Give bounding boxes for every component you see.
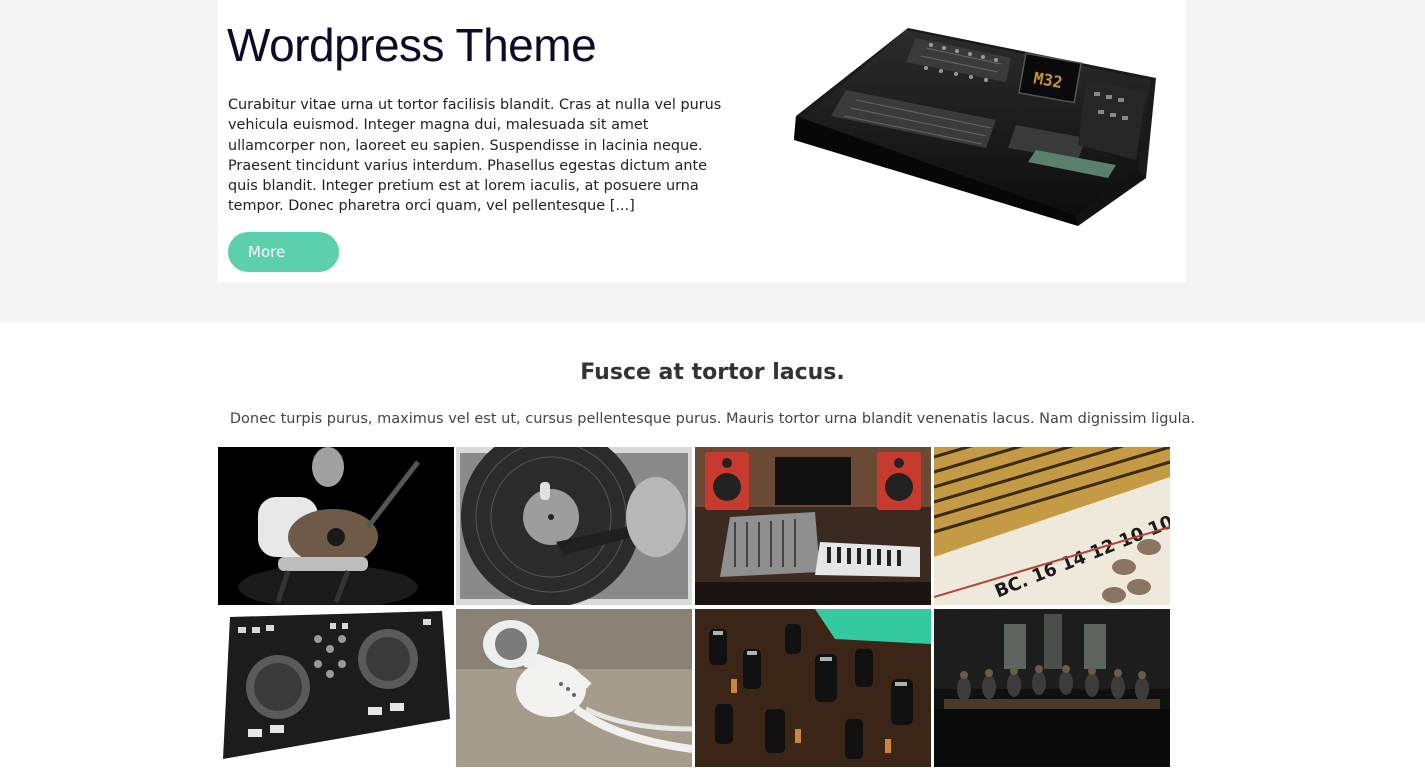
gallery-tile-turntable[interactable]	[456, 447, 692, 605]
gallery-tile-circuit-board[interactable]	[695, 609, 931, 767]
gallery-tile-banquet-hall[interactable]	[934, 609, 1170, 767]
circuit-board-photo	[695, 609, 931, 767]
dj-controller-photo	[218, 609, 454, 767]
hero-section-band: Wordpress Theme Curabitur vitae urna ut …	[0, 0, 1425, 322]
section-heading: Fusce at tortor lacus.	[580, 360, 845, 385]
guitarist-photo	[218, 447, 454, 605]
gallery-tile-studio-monitors[interactable]	[695, 447, 931, 605]
turntable-photo	[456, 447, 692, 605]
radio-dial-photo: BC. 16 14 12 10 108	[934, 447, 1170, 605]
gallery-tile-dj-controller[interactable]	[218, 609, 454, 767]
studio-monitors-photo	[695, 447, 931, 605]
gallery-tile-guitarist[interactable]	[218, 447, 454, 605]
mixing-console-image[interactable]: M32	[786, 20, 1166, 235]
hero-title[interactable]: Wordpress Theme	[227, 18, 597, 72]
section-description: Donec turpis purus, maximus vel est ut, …	[229, 411, 1196, 427]
photo-gallery: BC. 16 14 12 10 108	[218, 447, 1170, 771]
banquet-hall-photo	[934, 609, 1170, 767]
gallery-tile-radio-dial[interactable]: BC. 16 14 12 10 108	[934, 447, 1170, 605]
earphones-photo	[456, 609, 692, 767]
hero-card: Wordpress Theme Curabitur vitae urna ut …	[218, 0, 1186, 282]
gallery-tile-earphones[interactable]	[456, 609, 692, 767]
more-button[interactable]: More	[228, 232, 339, 272]
hero-excerpt: Curabitur vitae urna ut tortor facilisis…	[228, 97, 722, 215]
